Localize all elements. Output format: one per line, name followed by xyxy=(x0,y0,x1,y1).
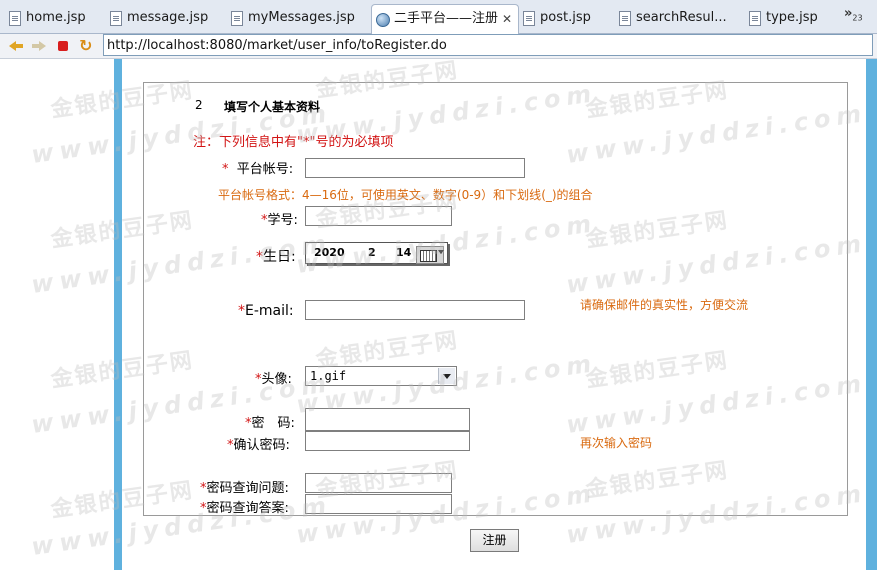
chevron-down-icon[interactable] xyxy=(438,368,455,384)
required-mark: * xyxy=(256,249,263,265)
account-format-hint: 平台帐号格式：4—16位，可使用英文、数字(0-9）和下划线(_)的组合 xyxy=(218,188,593,202)
student-id-input[interactable] xyxy=(305,206,452,226)
email-label-text: E-mail: xyxy=(245,303,294,319)
tab-label: searchResul... xyxy=(636,10,727,25)
account-input[interactable] xyxy=(305,158,525,178)
birthday-date-picker[interactable]: 2020 2 14 xyxy=(305,242,448,264)
confirm-password-label: *确认密码: xyxy=(227,434,290,453)
jsp-file-icon xyxy=(9,11,21,26)
tab-label: myMessages.jsp xyxy=(248,10,355,25)
tab-overflow-button[interactable]: »23 xyxy=(844,6,863,23)
email-hint: 请确保邮件的真实性，方便交流 xyxy=(580,298,749,312)
security-question-input[interactable] xyxy=(305,473,452,493)
birthday-label: *生日: xyxy=(256,246,296,266)
editor-tab-bar: home.jsp message.jsp myMessages.jsp 二手平台… xyxy=(0,0,877,34)
back-arrow-icon[interactable] xyxy=(8,38,24,54)
confirm-password-input[interactable] xyxy=(305,431,470,451)
birthday-day: 14 xyxy=(396,246,412,259)
calendar-dropdown-button[interactable] xyxy=(416,246,444,264)
page-viewport: 2 填写个人基本资料 注：下列信息中有"*"号的为必填项 * 平台帐号: 平台帐… xyxy=(0,59,877,570)
refresh-icon[interactable] xyxy=(79,36,95,55)
avatar-select[interactable]: 1.gif xyxy=(305,366,457,386)
url-field[interactable]: http://localhost:8080/market/user_info/t… xyxy=(103,34,873,56)
jsp-file-icon xyxy=(749,11,761,26)
tab-label: type.jsp xyxy=(766,10,818,25)
tab-label: message.jsp xyxy=(127,10,209,25)
required-mark: * xyxy=(222,162,229,177)
required-notice: 注：下列信息中有"*"号的为必填项 xyxy=(193,135,394,150)
security-question-label: *密码查询问题: xyxy=(200,477,289,496)
browser-toolbar: http://localhost:8080/market/user_info/t… xyxy=(0,34,877,59)
account-label: * 平台帐号: xyxy=(222,158,293,177)
jsp-file-icon xyxy=(231,11,243,26)
tab-label: 二手平台——注册 xyxy=(394,11,499,26)
avatar-selected-value: 1.gif xyxy=(310,369,347,383)
avatar-label-text: 头像: xyxy=(261,372,292,387)
tab-label: post.jsp xyxy=(540,10,591,25)
security-answer-label: *密码查询答案: xyxy=(200,497,289,516)
required-mark: * xyxy=(238,303,245,319)
step-title: 填写个人基本资料 xyxy=(224,100,321,114)
account-label-text: 平台帐号: xyxy=(236,162,294,177)
confirm-password-label-text: 确认密码: xyxy=(233,438,290,453)
security-answer-input[interactable] xyxy=(305,494,452,514)
email-input[interactable] xyxy=(305,300,525,320)
left-side-bar xyxy=(114,59,122,570)
forward-arrow-icon[interactable] xyxy=(31,38,47,54)
jsp-file-icon xyxy=(523,11,535,26)
email-label: *E-mail: xyxy=(238,303,294,319)
right-side-bar xyxy=(866,59,877,570)
password-input[interactable] xyxy=(305,408,470,431)
password-label: *密 码: xyxy=(245,412,295,431)
step-number: 2 xyxy=(195,98,203,112)
calendar-icon xyxy=(420,250,437,262)
birthday-month: 2 xyxy=(368,246,376,259)
register-submit-button[interactable]: 注册 xyxy=(470,529,519,552)
security-question-label-text: 密码查询问题: xyxy=(206,481,289,496)
jsp-file-icon xyxy=(110,11,122,26)
tab-register-page[interactable]: 二手平台——注册 ✕ xyxy=(371,4,519,34)
tab-label: home.jsp xyxy=(26,10,86,25)
student-id-label-text: 学号: xyxy=(267,213,298,228)
confirm-password-hint: 再次输入密码 xyxy=(580,436,653,450)
avatar-label: *头像: xyxy=(255,368,292,387)
student-id-label: *学号: xyxy=(261,209,298,228)
stop-icon[interactable] xyxy=(55,38,71,54)
chevron-down-icon xyxy=(438,250,444,254)
birthday-label-text: 生日: xyxy=(263,249,296,265)
password-label-text: 密 码: xyxy=(251,416,295,431)
jsp-file-icon xyxy=(619,11,631,26)
close-tab-icon[interactable]: ✕ xyxy=(502,7,512,31)
birthday-year: 2020 xyxy=(314,246,345,259)
hidden-tab-count: 23 xyxy=(852,13,863,23)
globe-icon xyxy=(376,13,390,27)
security-answer-label-text: 密码查询答案: xyxy=(206,501,289,516)
